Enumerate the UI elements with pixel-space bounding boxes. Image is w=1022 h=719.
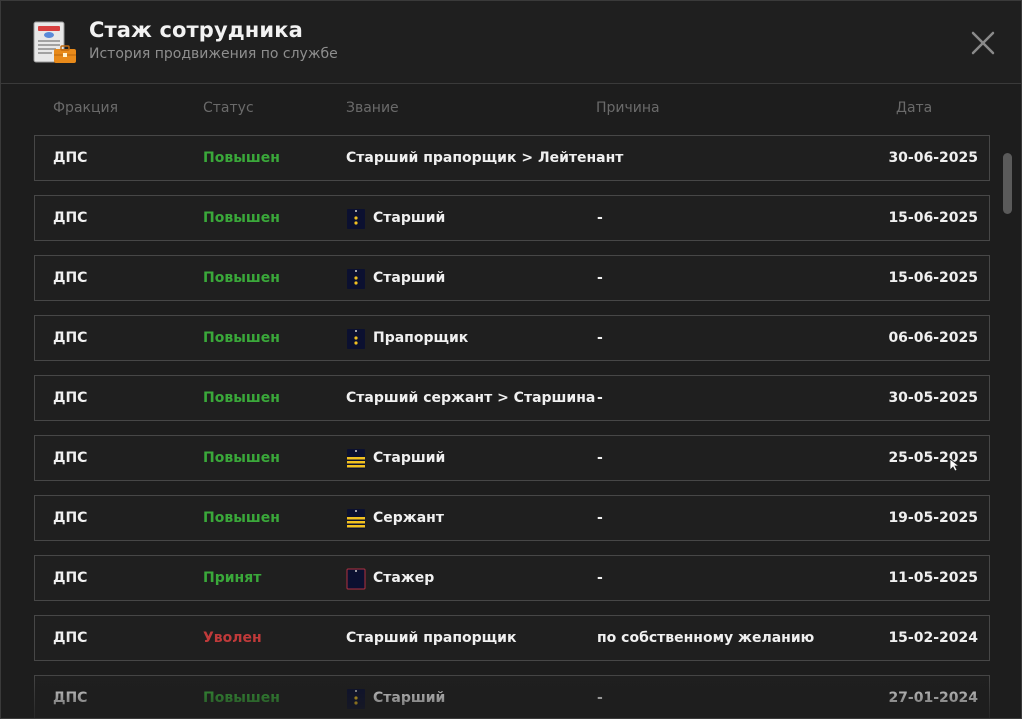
row-status: Принят	[203, 570, 262, 586]
row-faction: ДПС	[53, 210, 88, 226]
mouse-cursor-icon	[949, 458, 961, 472]
row-faction: ДПС	[53, 450, 88, 466]
history-row[interactable]: ДПС Уволен Старший прапорщик по собственном…	[34, 615, 990, 661]
row-faction: ДПС	[53, 270, 88, 286]
row-date: 25-05-2025	[888, 450, 978, 466]
row-rank: Старший прапорщик	[346, 630, 517, 646]
history-row[interactable]: ДПС Повышен Старший - 15-06-2025	[34, 255, 990, 301]
row-reason: -	[597, 510, 603, 526]
history-row[interactable]: ДПС Принят Стажер - 11-05-2025	[34, 555, 990, 601]
history-row[interactable]: ДПС Повышен Старший - 27-01-2024	[34, 675, 990, 718]
row-faction: ДПС	[53, 570, 88, 586]
row-rank: Старший	[373, 690, 446, 706]
row-reason: -	[597, 390, 603, 406]
stripes-epaulette-icon	[347, 509, 365, 529]
row-date: 15-02-2024	[888, 630, 978, 646]
row-date: 30-06-2025	[888, 150, 978, 166]
seniority-window: Стаж сотрудника История продвижения по с…	[0, 0, 1022, 719]
row-status: Повышен	[203, 450, 280, 466]
row-status: Уволен	[203, 630, 262, 646]
history-row[interactable]: ДПС Повышен Старший прапорщик > Лейтенант -…	[34, 135, 990, 181]
row-status: Повышен	[203, 330, 280, 346]
row-date: 15-06-2025	[888, 270, 978, 286]
star-epaulette-icon	[347, 689, 365, 709]
row-reason: -	[597, 210, 603, 226]
star-epaulette-icon	[347, 209, 365, 229]
row-status: Повышен	[203, 270, 280, 286]
row-reason: -	[597, 330, 603, 346]
row-reason: -	[597, 270, 603, 286]
row-status: Повышен	[203, 150, 280, 166]
row-faction: ДПС	[53, 690, 88, 706]
scrollbar[interactable]	[1001, 149, 1014, 718]
row-reason: -	[597, 570, 603, 586]
row-date: 11-05-2025	[888, 570, 978, 586]
row-reason: по собственному желанию	[597, 630, 815, 646]
star-epaulette-icon	[347, 329, 365, 349]
row-rank: Сержант	[373, 510, 444, 526]
row-status: Повышен	[203, 210, 280, 226]
history-row[interactable]: ДПС Повышен Старший - 25-05-2025	[34, 435, 990, 481]
row-status: Повышен	[203, 390, 280, 406]
row-date: 06-06-2025	[888, 330, 978, 346]
row-reason: -	[597, 450, 603, 466]
row-status: Повышен	[203, 690, 280, 706]
history-row[interactable]: ДПС Повышен Прапорщик - 06-06-2025	[34, 315, 990, 361]
star-epaulette-icon	[347, 269, 365, 289]
row-date: 15-06-2025	[888, 210, 978, 226]
row-rank: Прапорщик	[373, 330, 469, 346]
row-rank: Старший	[373, 450, 446, 466]
history-row[interactable]: ДПС Повышен Старший - 15-06-2025	[34, 195, 990, 241]
row-reason: -	[597, 150, 603, 166]
row-rank: Старший	[373, 270, 446, 286]
row-faction: ДПС	[53, 390, 88, 406]
row-rank: Старший прапорщик > Лейтенант	[346, 150, 624, 166]
row-date: 27-01-2024	[888, 690, 978, 706]
row-reason: -	[597, 690, 603, 706]
history-row[interactable]: ДПС Повышен Сержант - 19-05-2025	[34, 495, 990, 541]
row-faction: ДПС	[53, 630, 88, 646]
plain-epaulette-icon	[346, 568, 366, 590]
row-faction: ДПС	[53, 150, 88, 166]
row-faction: ДПС	[53, 330, 88, 346]
stripes-epaulette-icon	[347, 449, 365, 469]
row-faction: ДПС	[53, 510, 88, 526]
row-status: Повышен	[203, 510, 280, 526]
row-date: 19-05-2025	[888, 510, 978, 526]
row-rank: Старший сержант > Старшина	[346, 390, 596, 406]
history-row[interactable]: ДПС Повышен Старший сержант > Старшина - 30-…	[34, 375, 990, 421]
scrollbar-thumb[interactable]	[1003, 153, 1012, 214]
history-list: ДПС Повышен Старший прапорщик > Лейтенант -…	[1, 1, 1021, 718]
row-rank: Стажер	[373, 570, 435, 586]
row-date: 30-05-2025	[888, 390, 978, 406]
row-rank: Старший	[373, 210, 446, 226]
